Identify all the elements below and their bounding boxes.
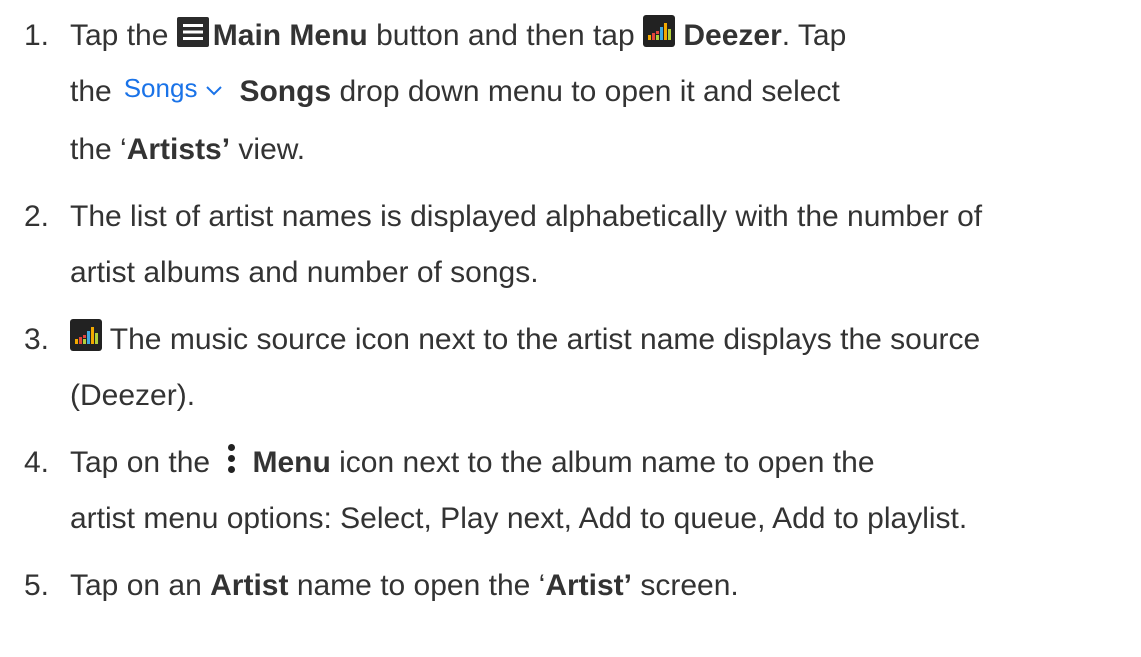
step-3: 3. The music source icon next to the art… — [24, 312, 1134, 424]
step-line: Tap on an Artist name to open the ‘Artis… — [70, 558, 1134, 614]
step-text: The music source icon next to the artist… — [109, 323, 981, 357]
step-1: 1. Tap the Main Menu button and then tap — [24, 8, 1134, 178]
step-line: artist menu options: Select, Play next, … — [70, 502, 968, 536]
step-line: Tap on the Menu icon next to the album n… — [70, 435, 1134, 491]
artists-label: Artists’ — [126, 133, 231, 167]
step-text: . Tap — [781, 19, 847, 52]
step-number: 1. — [24, 19, 50, 52]
deezer-label: Deezer — [683, 19, 782, 52]
step-text: drop down menu to open it and select — [339, 75, 840, 108]
artist-label: Artist — [210, 569, 289, 603]
step-2: 2. The list of artist names is displayed… — [24, 189, 1134, 301]
step-text: view. — [238, 133, 306, 167]
vertical-ellipsis-icon — [222, 440, 240, 476]
songs-dropdown-button: Songs — [124, 60, 224, 118]
deezer-equalizer-icon — [643, 15, 676, 48]
step-line: (Deezer). — [70, 379, 196, 413]
main-menu-label: Main Menu — [212, 19, 368, 52]
step-line: the ‘Artists’ view. — [70, 122, 1134, 178]
step-text: the — [70, 75, 112, 108]
artist-screen-label: Artist’ — [545, 569, 633, 603]
menu-label: Menu — [252, 446, 331, 480]
step-line: The list of artist names is displayed al… — [70, 200, 983, 234]
step-4: 4. Tap on the Menu icon next to the albu… — [24, 435, 1134, 547]
step-number: 4. — [24, 446, 50, 480]
step-number: 5. — [24, 569, 50, 603]
step-text: Tap on an — [70, 569, 202, 603]
step-text: icon next to the album name to open the — [339, 446, 875, 480]
step-line: Tap the Main Menu button and then tap De… — [70, 8, 1134, 64]
step-text: button and then tap — [376, 19, 635, 52]
deezer-equalizer-icon — [70, 319, 102, 352]
songs-dropdown-label: Songs — [123, 73, 198, 103]
step-text: Tap the — [70, 19, 169, 52]
step-line: The music source icon next to the artist… — [70, 312, 1134, 368]
hamburger-menu-icon — [176, 17, 209, 48]
step-number: 3. — [24, 323, 50, 357]
step-text: Tap on the — [70, 446, 211, 480]
step-line: the Songs Songs drop down menu to open it … — [70, 64, 1134, 122]
step-text: name to open the ‘ — [296, 569, 546, 603]
step-number: 2. — [24, 200, 50, 234]
chevron-down-icon — [205, 60, 223, 116]
step-5: 5. Tap on an Artist name to open the ‘Ar… — [24, 558, 1134, 614]
step-line: artist albums and number of songs. — [70, 256, 539, 290]
songs-label: Songs — [239, 75, 332, 108]
instruction-steps: 1. Tap the Main Menu button and then tap — [24, 0, 1134, 614]
step-text: the ‘ — [70, 133, 127, 167]
step-text: screen. — [640, 569, 739, 603]
